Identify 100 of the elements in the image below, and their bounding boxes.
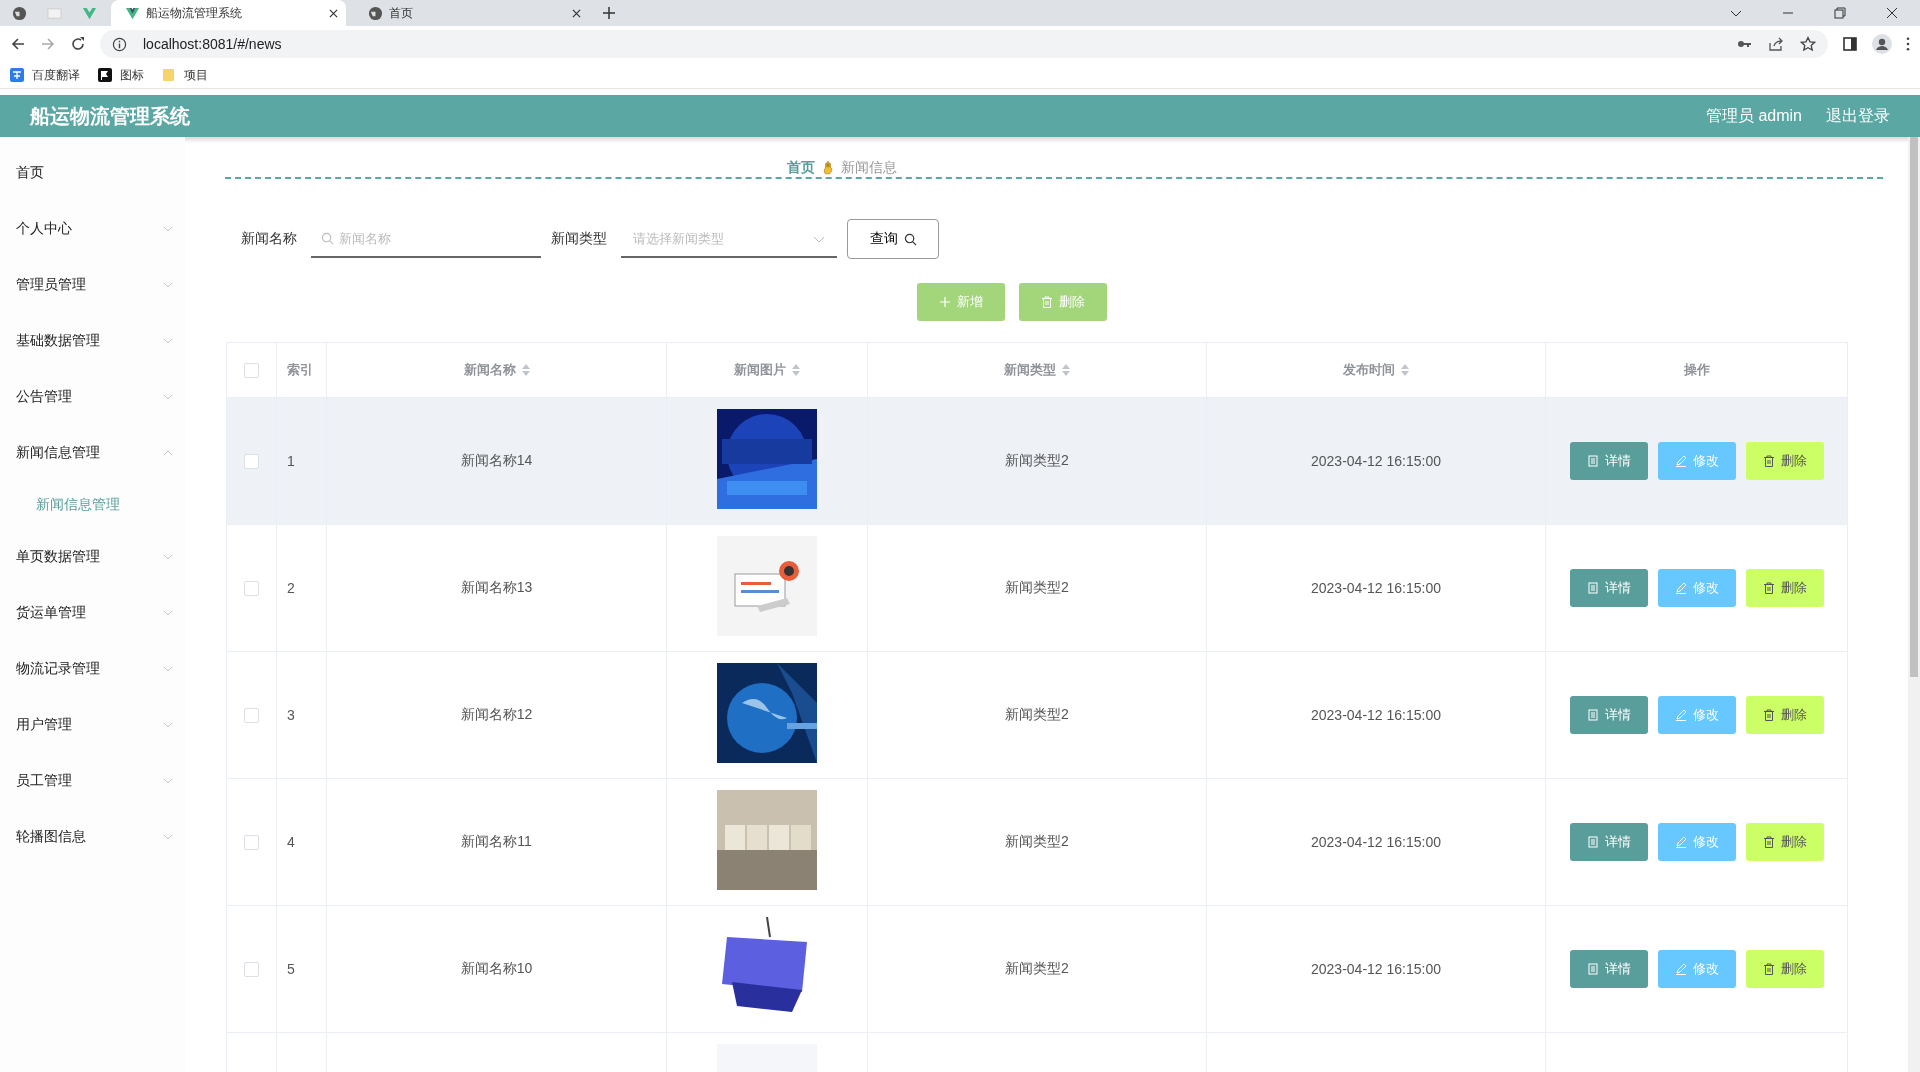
bookmark[interactable]: 百度翻译: [10, 66, 80, 84]
browser-tab[interactable]: 船运物流管理系统: [111, 0, 346, 26]
search-icon: [321, 232, 334, 245]
delete-button[interactable]: 删除: [1745, 696, 1824, 734]
browser-tab[interactable]: 首页: [354, 0, 589, 26]
sort-icon[interactable]: [792, 364, 800, 376]
sort-icon[interactable]: [521, 364, 530, 376]
folder-icon: [162, 68, 176, 82]
close-icon[interactable]: [572, 8, 581, 18]
hand-icon: [822, 161, 833, 175]
tab-title: 船运物流管理系统: [146, 4, 243, 22]
reload-icon[interactable]: [70, 36, 86, 52]
plus-icon: [938, 296, 951, 308]
table-cell: 2023-04-12 16:15:00: [1311, 453, 1441, 469]
trash-icon: [1762, 582, 1775, 594]
trash-icon: [1762, 455, 1775, 467]
table-cell: 2: [287, 580, 295, 596]
sidebar-item[interactable]: 员工管理: [0, 753, 185, 809]
pencil-icon: [1674, 836, 1687, 848]
chevron-down-icon: [813, 236, 825, 243]
table-row[interactable]: 2 新闻名称13 新闻类型2 2023-04-12 16:15:00 详情 修改 删除: [227, 525, 1847, 652]
table-cell: 新闻名称13: [460, 579, 533, 597]
table-row[interactable]: 3 新闻名称12 新闻类型2 2023-04-12 16:15:00 详情 修改 删除: [227, 652, 1847, 779]
forward-icon[interactable]: [40, 36, 56, 52]
column-header: 操作: [1683, 361, 1710, 379]
checkbox[interactable]: [244, 834, 259, 850]
table-cell: 新闻类型2: [1005, 960, 1069, 978]
profile-icon[interactable]: [1872, 34, 1892, 54]
checkbox[interactable]: [244, 580, 259, 596]
table-cell: 5: [287, 961, 295, 977]
trash-icon: [1762, 963, 1775, 975]
delete-button[interactable]: 删除: [1745, 569, 1824, 607]
address-field[interactable]: localhost:8081/#/news: [100, 30, 1828, 58]
back-icon[interactable]: [10, 36, 26, 52]
search-field[interactable]: 新闻名称: [311, 220, 541, 258]
table-cell: 新闻名称11: [461, 833, 532, 851]
flag-icon: [98, 68, 112, 82]
info-icon: [112, 36, 127, 52]
table-cell: 新闻类型2: [1005, 579, 1069, 597]
translate-icon: [10, 68, 24, 82]
table-cell: 新闻类型2: [1005, 706, 1069, 724]
table-cell: 新闻类型2: [1005, 452, 1069, 470]
sidebar-item[interactable]: 管理员管理: [0, 257, 185, 313]
share-icon[interactable]: [1768, 36, 1784, 52]
sidebar-item[interactable]: 首页: [0, 145, 185, 201]
checkbox[interactable]: [244, 961, 259, 977]
sidebar-item[interactable]: 公告管理: [0, 369, 185, 425]
filter-label: 新闻名称: [241, 230, 297, 248]
checkbox[interactable]: [244, 453, 259, 469]
sidebar-item[interactable]: 新闻信息管理: [0, 425, 185, 481]
sort-icon[interactable]: [1062, 364, 1070, 376]
table-cell: 新闻名称14: [460, 452, 533, 470]
menu-icon[interactable]: [1906, 37, 1910, 51]
close-icon[interactable]: [329, 8, 338, 18]
sort-icon[interactable]: [1401, 364, 1409, 376]
trash-icon: [1762, 836, 1775, 848]
table-cell: 3: [287, 707, 295, 723]
globe-icon: [368, 5, 383, 21]
sidebar-item[interactable]: 个人中心: [0, 201, 185, 257]
app-title: 船运物流管理系统: [30, 103, 190, 129]
bookmark[interactable]: 项目: [162, 66, 208, 84]
table-row[interactable]: 5 新闻名称10 新闻类型2 2023-04-12 16:15:00 详情 修改 删除: [227, 906, 1847, 1033]
delete-button[interactable]: 删除: [1745, 442, 1824, 480]
table-cell: 1: [287, 453, 295, 469]
sidebar-item[interactable]: 物流记录管理: [0, 641, 185, 697]
search-icon: [903, 232, 917, 246]
vue-icon[interactable]: [82, 5, 97, 21]
sidebar-item[interactable]: 用户管理: [0, 697, 185, 753]
table-cell: 新闻名称12: [460, 706, 533, 724]
scrollbar-thumb[interactable]: [1910, 137, 1918, 677]
checkbox[interactable]: [244, 707, 259, 723]
star-icon[interactable]: [1800, 36, 1816, 52]
table-cell: 新闻名称10: [460, 960, 533, 978]
side-panel-icon[interactable]: [1842, 36, 1858, 52]
restore-icon[interactable]: [1834, 7, 1846, 19]
sidebar-item[interactable]: 轮播图信息: [0, 809, 185, 865]
table-row[interactable]: 4 新闻名称11 新闻类型2 2023-04-12 16:15:00 详情 修改 删除: [227, 779, 1847, 906]
filter-label: 新闻类型: [551, 230, 607, 248]
query-button[interactable]: 查询: [847, 219, 939, 259]
new-tab-icon[interactable]: [603, 7, 615, 19]
checkbox[interactable]: [244, 362, 259, 378]
pencil-icon: [1674, 455, 1687, 467]
delete-button[interactable]: 删除: [1745, 950, 1824, 988]
table-row[interactable]: 1 新闻名称14 新闻类型2 2023-04-12 16:15:00 详情 修改 删除: [227, 398, 1847, 525]
sidebar-item[interactable]: 单页数据管理: [0, 529, 185, 585]
pencil-icon: [1674, 582, 1687, 594]
tab-title: 首页: [389, 4, 414, 22]
close-icon[interactable]: [1886, 7, 1898, 19]
document-icon: [1586, 963, 1599, 975]
sidebar-item[interactable]: 货运单管理: [0, 585, 185, 641]
type-select[interactable]: 请选择新闻类型: [621, 220, 837, 258]
vue-icon: [125, 5, 140, 21]
document-icon: [1586, 455, 1599, 467]
delete-button[interactable]: 删除: [1745, 823, 1824, 861]
globe-icon[interactable]: [12, 5, 27, 21]
document-icon: [1586, 836, 1599, 848]
bookmark[interactable]: 图标: [98, 66, 144, 84]
document-icon: [1586, 582, 1599, 594]
sidebar-item[interactable]: 基础数据管理: [0, 313, 185, 369]
pencil-icon: [1674, 709, 1687, 721]
